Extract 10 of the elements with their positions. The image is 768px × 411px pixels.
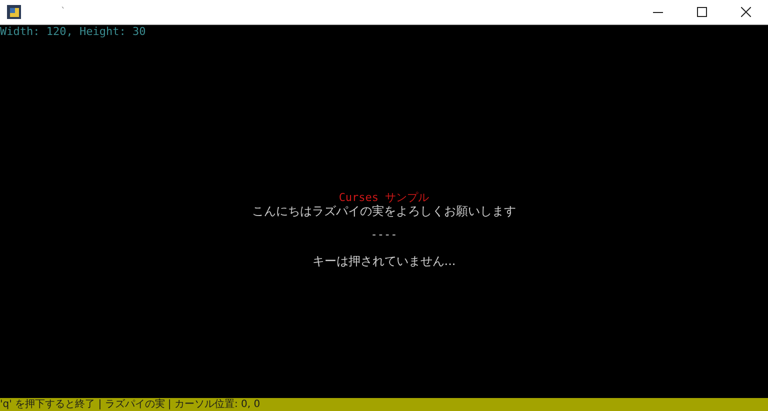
heading-text: Curses サンプル (338, 191, 430, 204)
status-message: キーは押されていません... (312, 254, 456, 268)
terminal-size-text: Width: 120, Height: 30 (0, 25, 147, 38)
maximize-icon (697, 7, 707, 17)
status-bar: 'q' を押下すると終了 | ラズパイの実 | カーソル位置: 0, 0 (0, 398, 768, 411)
close-icon (741, 7, 751, 17)
window-title: ` (61, 7, 66, 17)
separator-text: ---- (370, 228, 398, 242)
app-icon (7, 5, 21, 19)
greeting-text: こんにちはラズパイの実をよろしくお願いします (252, 204, 516, 218)
